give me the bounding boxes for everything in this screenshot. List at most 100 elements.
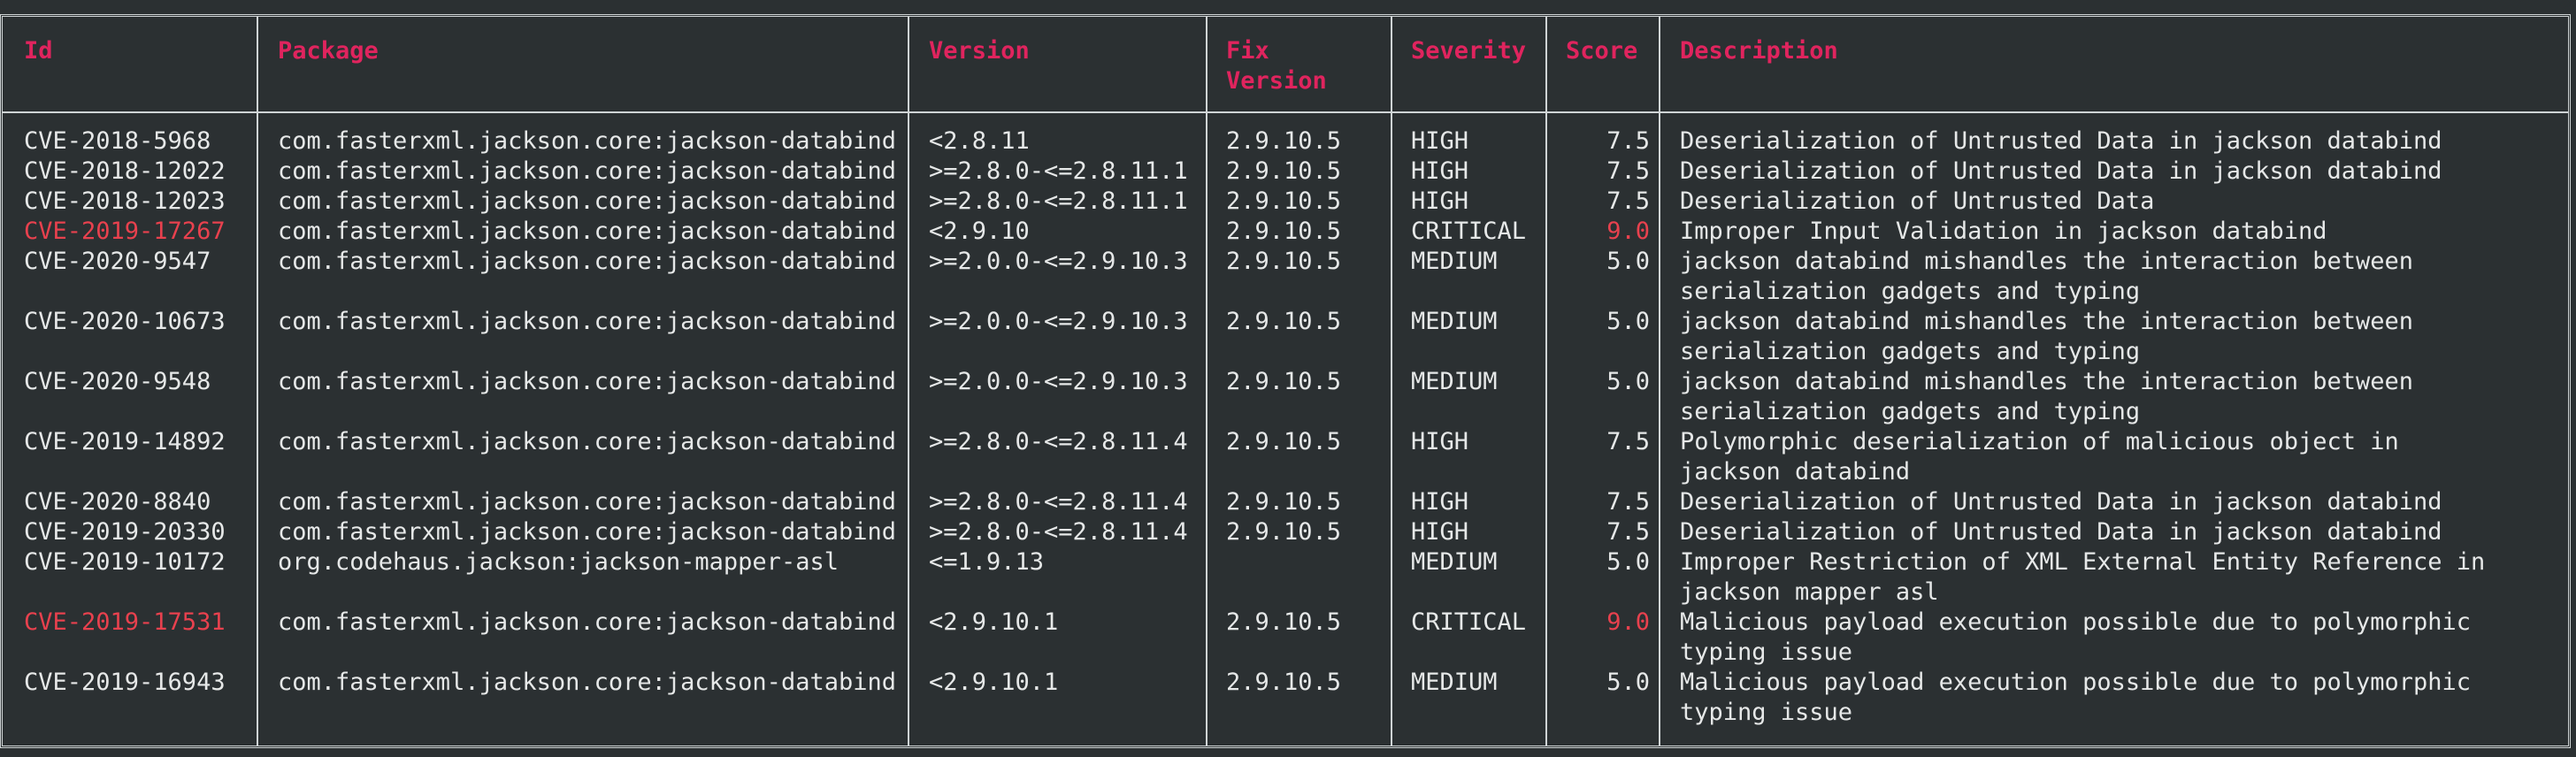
severity: CRITICAL [1411, 218, 1527, 245]
package-name: com.fasterxml.jackson.core:jackson-datab… [278, 157, 896, 185]
header-package: Package [278, 37, 379, 65]
severity: HIGH [1411, 428, 1469, 455]
fix-version: 2.9.10.5 [1226, 308, 1342, 335]
header-separator [3, 111, 2568, 113]
severity: CRITICAL [1411, 608, 1527, 636]
package-name: com.fasterxml.jackson.core:jackson-datab… [278, 669, 896, 696]
header-fix-version: Fix Version [1226, 37, 1327, 95]
score: 5.0 [1606, 548, 1650, 576]
severity: MEDIUM [1411, 248, 1498, 275]
description: Improper Input Validation in jackson dat… [1680, 218, 2327, 245]
score: 5.0 [1606, 248, 1650, 275]
cve-id: CVE-2020-9547 [24, 248, 211, 275]
description: Deserialization of Untrusted Data in jac… [1680, 518, 2442, 546]
affected-version: >=2.8.0-<=2.8.11.4 [929, 488, 1188, 516]
column-separator [1659, 17, 1660, 746]
cve-id: CVE-2019-17531 [24, 608, 226, 636]
score: 5.0 [1606, 669, 1650, 696]
vulnerability-table-frame: Id Package Version Fix Version Severity … [0, 14, 2571, 748]
package-name: com.fasterxml.jackson.core:jackson-datab… [278, 187, 896, 215]
score: 9.0 [1606, 608, 1650, 636]
package-name: com.fasterxml.jackson.core:jackson-datab… [278, 368, 896, 395]
column-separator [1545, 17, 1547, 746]
cve-id: CVE-2018-12023 [24, 187, 226, 215]
description: Improper Restriction of XML External Ent… [1680, 548, 2486, 606]
severity: MEDIUM [1411, 669, 1498, 696]
severity: HIGH [1411, 157, 1469, 185]
affected-version: <2.9.10.1 [929, 608, 1059, 636]
header-severity: Severity [1411, 37, 1527, 65]
score: 7.5 [1606, 428, 1650, 455]
description: jackson databind mishandles the interact… [1680, 248, 2414, 305]
score: 5.0 [1606, 308, 1650, 335]
severity: HIGH [1411, 187, 1469, 215]
score: 7.5 [1606, 127, 1650, 155]
cve-id: CVE-2019-17267 [24, 218, 226, 245]
fix-version: 2.9.10.5 [1226, 157, 1342, 185]
score: 7.5 [1606, 488, 1650, 516]
score: 9.0 [1606, 218, 1650, 245]
column-separator [1206, 17, 1208, 746]
description: Deserialization of Untrusted Data in jac… [1680, 127, 2442, 155]
header-description: Description [1680, 37, 1838, 65]
affected-version: >=2.8.0-<=2.8.11.4 [929, 428, 1188, 455]
package-name: com.fasterxml.jackson.core:jackson-datab… [278, 608, 896, 636]
package-name: com.fasterxml.jackson.core:jackson-datab… [278, 218, 896, 245]
cve-id: CVE-2018-5968 [24, 127, 211, 155]
description: Deserialization of Untrusted Data [1680, 187, 2155, 215]
affected-version: <2.8.11 [929, 127, 1030, 155]
fix-version: 2.9.10.5 [1226, 488, 1342, 516]
score: 7.5 [1606, 157, 1650, 185]
column-separator [257, 17, 258, 746]
score: 5.0 [1606, 368, 1650, 395]
cve-id: CVE-2020-8840 [24, 488, 211, 516]
vulnerability-table: Id Package Version Fix Version Severity … [3, 17, 2568, 746]
severity: MEDIUM [1411, 548, 1498, 576]
affected-version: >=2.0.0-<=2.9.10.3 [929, 248, 1188, 275]
column-separator [1391, 17, 1392, 746]
header-id: Id [24, 37, 53, 65]
package-name: com.fasterxml.jackson.core:jackson-datab… [278, 248, 896, 275]
cve-id: CVE-2018-12022 [24, 157, 226, 185]
package-name: com.fasterxml.jackson.core:jackson-datab… [278, 308, 896, 335]
severity: HIGH [1411, 518, 1469, 546]
fix-version: 2.9.10.5 [1226, 187, 1342, 215]
affected-version: >=2.8.0-<=2.8.11.4 [929, 518, 1188, 546]
fix-version: 2.9.10.5 [1226, 248, 1342, 275]
package-name: com.fasterxml.jackson.core:jackson-datab… [278, 127, 896, 155]
description: Deserialization of Untrusted Data in jac… [1680, 488, 2442, 516]
cve-id: CVE-2019-10172 [24, 548, 226, 576]
package-name: com.fasterxml.jackson.core:jackson-datab… [278, 428, 896, 455]
fix-version: 2.9.10.5 [1226, 669, 1342, 696]
cve-id: CVE-2019-14892 [24, 428, 226, 455]
severity: MEDIUM [1411, 368, 1498, 395]
description: Malicious payload execution possible due… [1680, 669, 2472, 726]
description: Deserialization of Untrusted Data in jac… [1680, 157, 2442, 185]
cve-id: CVE-2019-16943 [24, 669, 226, 696]
affected-version: <2.9.10 [929, 218, 1030, 245]
affected-version: >=2.0.0-<=2.9.10.3 [929, 308, 1188, 335]
score: 7.5 [1606, 187, 1650, 215]
description: Polymorphic deserialization of malicious… [1680, 428, 2399, 486]
fix-version: 2.9.10.5 [1226, 368, 1342, 395]
severity: MEDIUM [1411, 308, 1498, 335]
description: jackson databind mishandles the interact… [1680, 308, 2414, 365]
fix-version: 2.9.10.5 [1226, 127, 1342, 155]
package-name: com.fasterxml.jackson.core:jackson-datab… [278, 518, 896, 546]
affected-version: >=2.8.0-<=2.8.11.1 [929, 187, 1188, 215]
affected-version: >=2.8.0-<=2.8.11.1 [929, 157, 1188, 185]
cve-id: CVE-2020-10673 [24, 308, 226, 335]
description: Malicious payload execution possible due… [1680, 608, 2472, 666]
affected-version: <2.9.10.1 [929, 669, 1059, 696]
severity: HIGH [1411, 488, 1469, 516]
column-separator [908, 17, 909, 746]
cve-id: CVE-2019-20330 [24, 518, 226, 546]
fix-version: 2.9.10.5 [1226, 518, 1342, 546]
package-name: com.fasterxml.jackson.core:jackson-datab… [278, 488, 896, 516]
severity: HIGH [1411, 127, 1469, 155]
fix-version: 2.9.10.5 [1226, 608, 1342, 636]
score: 7.5 [1606, 518, 1650, 546]
header-score: Score [1566, 37, 1638, 65]
header-version: Version [929, 37, 1030, 65]
affected-version: <=1.9.13 [929, 548, 1045, 576]
